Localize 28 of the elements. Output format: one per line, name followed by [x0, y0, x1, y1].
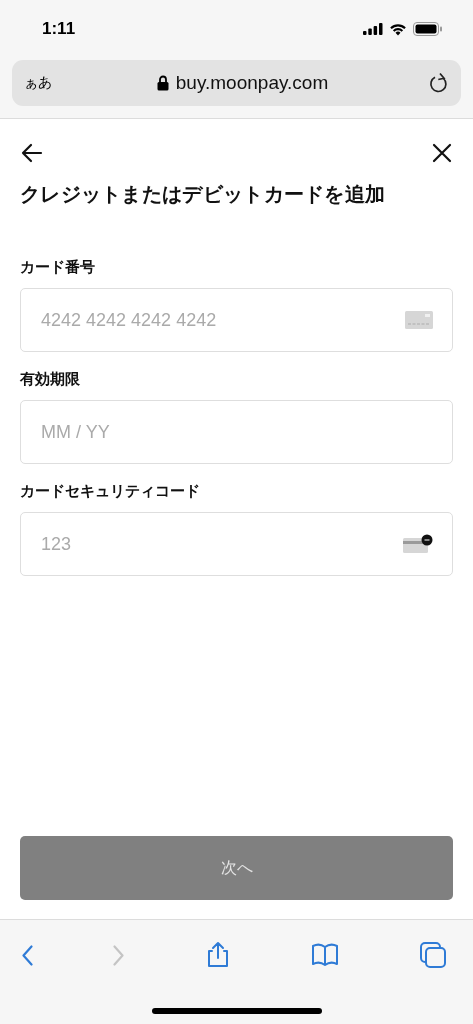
tabs-icon [419, 941, 447, 969]
wifi-icon [389, 22, 407, 36]
close-icon [431, 142, 453, 164]
input-field[interactable]: 123 [20, 512, 453, 576]
lock-icon [156, 75, 169, 91]
address-bar[interactable]: ぁあ buy.moonpay.com [12, 60, 461, 106]
field-label: カード番号 [20, 258, 96, 276]
bookmarks-button[interactable] [311, 941, 340, 969]
reload-icon[interactable] [429, 72, 449, 94]
tabs-button[interactable] [419, 941, 447, 969]
chevron-left-icon [22, 944, 33, 966]
close-button[interactable] [431, 142, 453, 164]
signal-icon [363, 23, 383, 35]
battery-icon [413, 22, 443, 36]
text-size-button[interactable]: ぁあ [24, 74, 94, 92]
chevron-right-icon [112, 944, 124, 966]
book-icon [311, 941, 340, 969]
input-field[interactable]: MM / YY [20, 400, 453, 464]
page-title: クレジットまたはデビットカードを追加 [20, 181, 387, 208]
field-label: カードセキュリティコード [20, 482, 201, 500]
back-button[interactable] [20, 141, 44, 165]
input-field[interactable]: 4242 4242 4242 4242 [20, 288, 453, 352]
card-icon [405, 311, 433, 329]
arrow-left-icon [20, 141, 44, 165]
url-text: buy.moonpay.com [175, 72, 329, 94]
card-cvv-icon [403, 534, 433, 554]
field-label: 有効期限 [20, 370, 81, 388]
status-time: 1:11 [42, 19, 76, 39]
